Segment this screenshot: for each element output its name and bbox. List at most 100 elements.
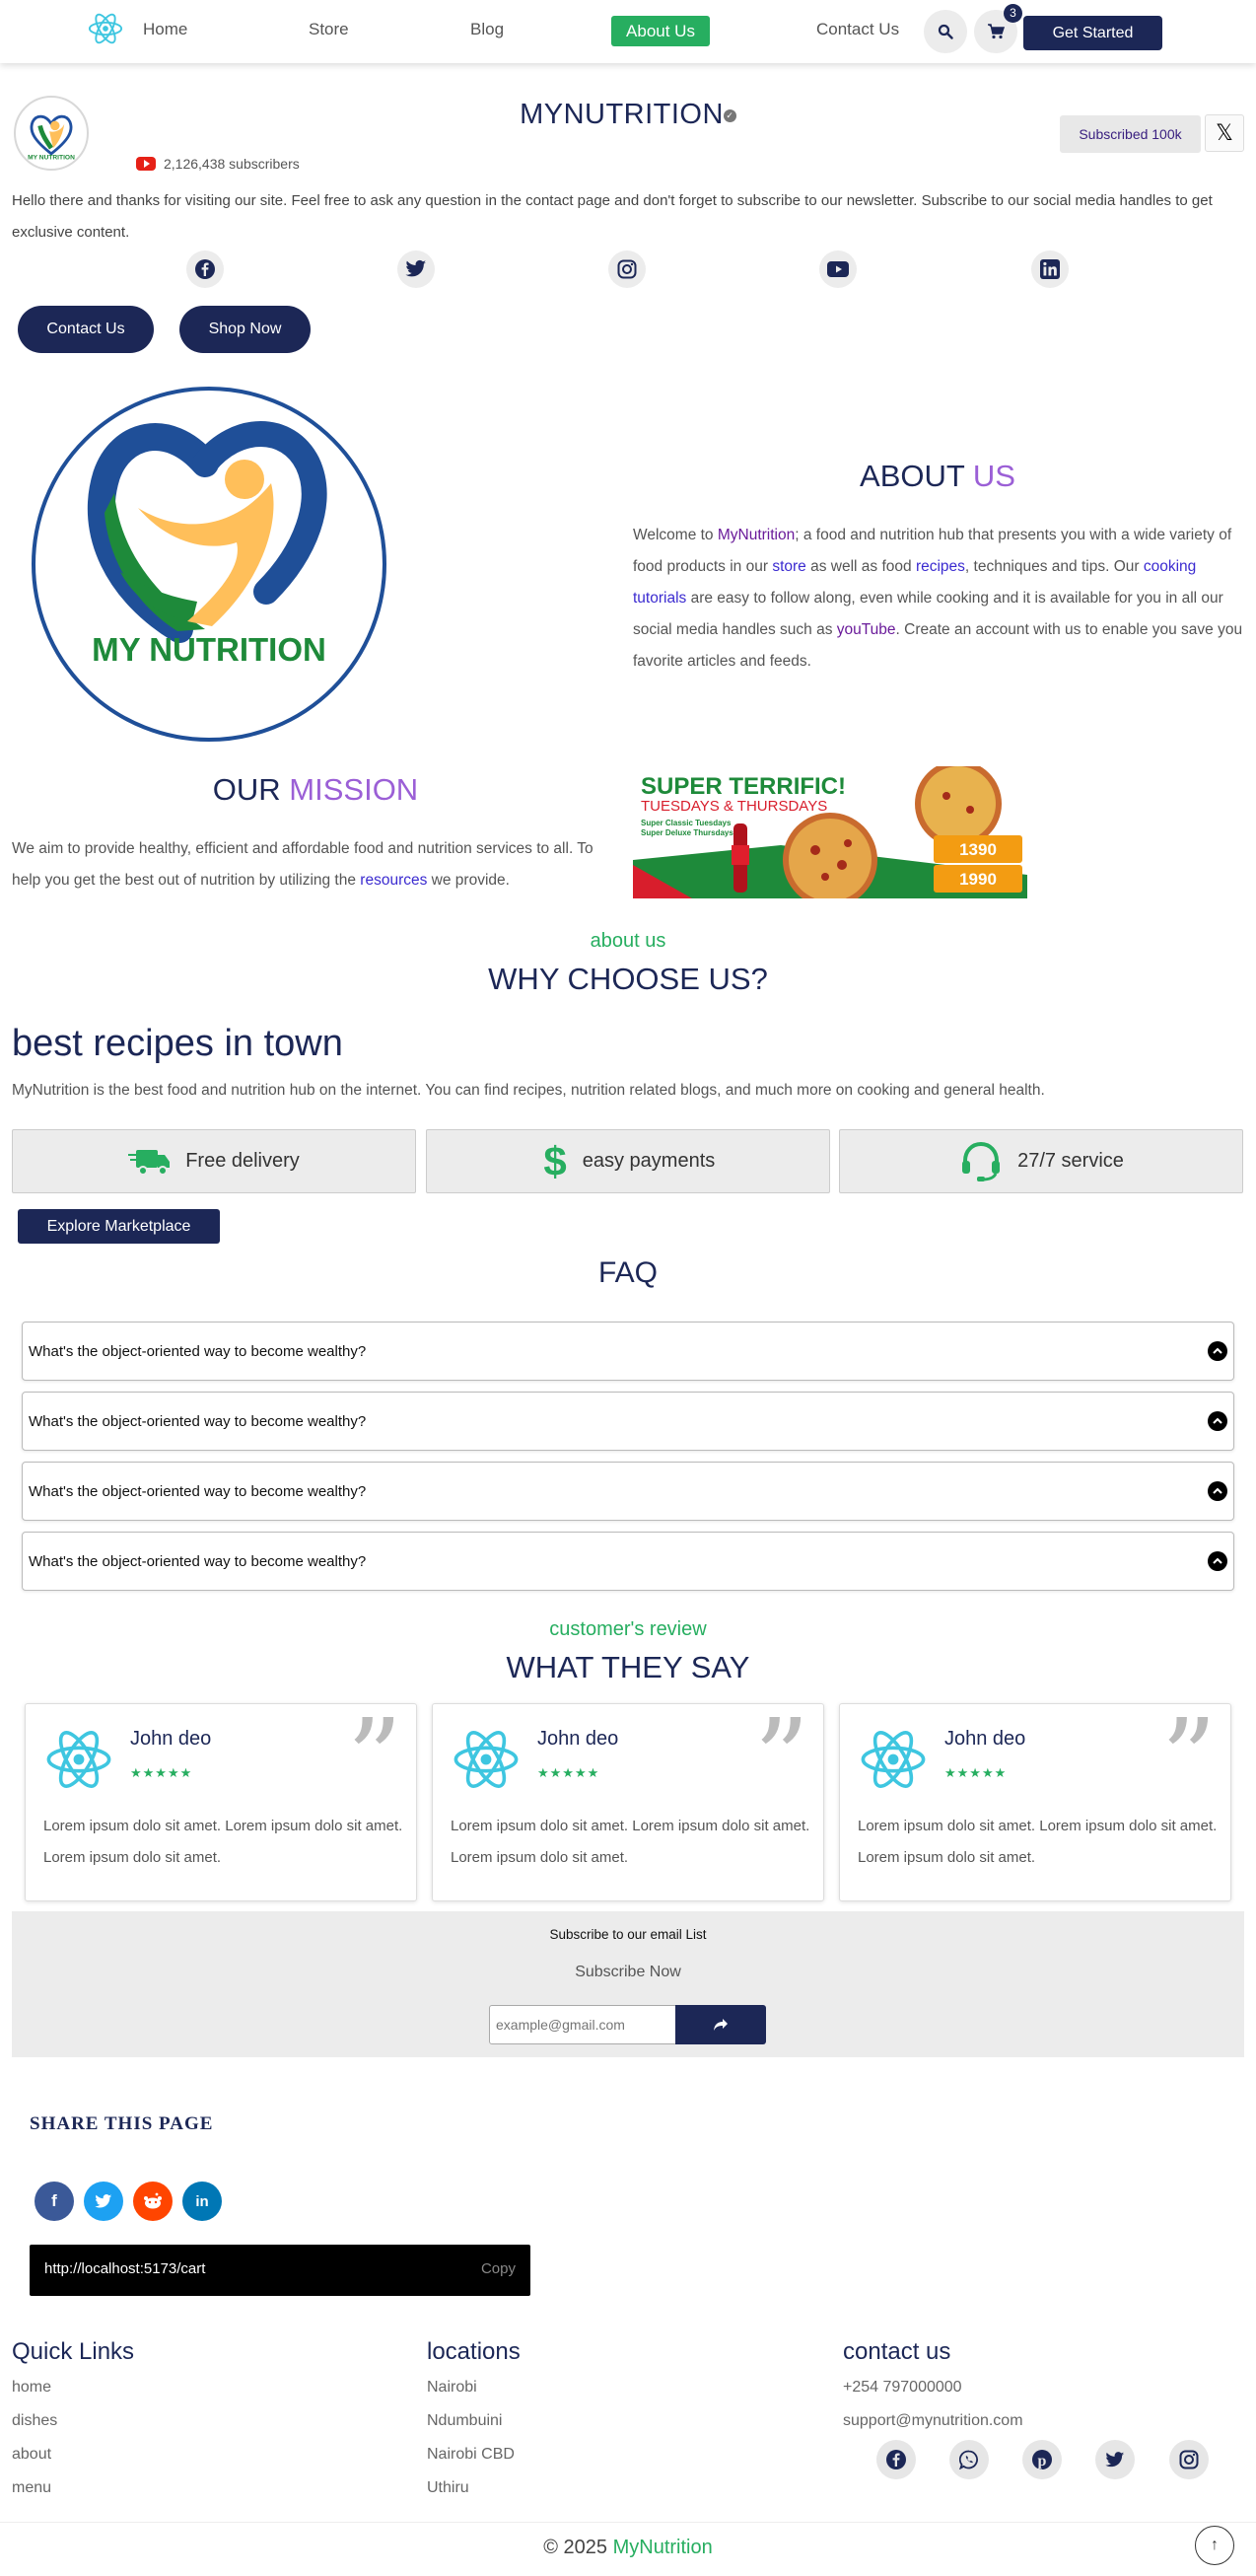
linkedin-icon [1040,259,1060,279]
chevron-up-icon[interactable] [1208,1341,1227,1361]
footer-twitter-link[interactable] [1095,2440,1135,2479]
share-linkedin-button[interactable]: in [182,2182,222,2221]
reviews-heading: WHAT THEY SAY [506,1650,750,1684]
location-item: Ndumbuini [427,2412,503,2429]
store-link[interactable]: store [772,558,805,575]
faq-item[interactable]: What's the object-oriented way to become… [22,1392,1234,1451]
about-heading: ABOUT US [631,459,1244,494]
feature-label-delivery: Free delivery [185,1150,300,1172]
faq-question: What's the object-oriented way to become… [29,1342,367,1360]
cart-count-badge: 3 [1004,4,1022,23]
facebook-link[interactable] [186,250,224,288]
share-twitter-button[interactable] [84,2182,123,2221]
mission-heading-b: MISSION [289,772,419,807]
x-twitter-button[interactable]: 𝕏 [1205,114,1244,152]
footer-link-menu[interactable]: menu [12,2479,51,2497]
banner-title: SUPER TERRIFIC! [641,773,846,800]
footer-pinterest-link[interactable]: p [1022,2440,1062,2479]
mission-heading-a: OUR [212,772,281,807]
nav-home[interactable]: Home [143,20,187,39]
mynutrition-logo: MY NUTRITION [32,387,386,742]
linkedin-icon: in [195,2192,209,2210]
mission-heading: OUR MISSION [0,772,631,808]
arrow-up-icon: ↑ [1211,2537,1219,2553]
banner-line-2: Super Deluxe Thursdays [641,828,733,837]
svg-text:$: $ [543,1140,566,1183]
facebook-icon: f [51,2191,57,2210]
subscribed-button[interactable]: Subscribed 100k [1060,115,1201,153]
nav-store[interactable]: Store [309,20,349,39]
quick-links-heading: Quick Links [12,2338,135,2365]
truck-icon [128,1149,171,1176]
twitter-icon [1105,2451,1125,2467]
feature-easy-payments: $ easy payments [426,1129,830,1193]
chevron-up-icon[interactable] [1208,1551,1227,1571]
banner-price-1: 1390 [959,840,997,859]
explore-marketplace-button[interactable]: Explore Marketplace [18,1209,220,1244]
instagram-link[interactable] [608,250,646,288]
review-text: Lorem ipsum dolo sit amet. Lorem ipsum d… [43,1818,403,1866]
share-facebook-button[interactable]: f [35,2182,74,2221]
scroll-to-top-button[interactable]: ↑ [1195,2526,1234,2565]
subscriber-count-row: 2,126,438 subscribers [136,156,300,172]
nav-blog[interactable]: Blog [470,20,504,39]
footer-link-dishes[interactable]: dishes [12,2412,57,2430]
youtube-text-link[interactable]: youTube [837,621,896,638]
footer-link-about[interactable]: about [12,2446,51,2464]
copy-button[interactable]: Copy [481,2260,516,2277]
faq-item[interactable]: What's the object-oriented way to become… [22,1532,1234,1591]
pinterest-icon: p [1032,2450,1052,2469]
twitter-icon [405,259,427,277]
about-heading-a: ABOUT [860,459,965,493]
newsletter-title: Subscribe to our email List [549,1927,707,1942]
footer-link-home[interactable]: home [12,2379,51,2397]
footer-whatsapp-link[interactable] [949,2440,989,2479]
contact-phone[interactable]: +254 797000000 [843,2379,962,2397]
share-url[interactable]: http://localhost:5173/cart [44,2260,205,2277]
nav-contact-us[interactable]: Contact Us [816,20,899,39]
faq-item[interactable]: What's the object-oriented way to become… [22,1462,1234,1521]
newsletter-submit-button[interactable] [675,2005,766,2044]
footer-instagram-link[interactable] [1169,2440,1209,2479]
review-card: John deo ★★★★★ ” Lorem ipsum dolo sit am… [839,1703,1231,1901]
logo-text: MY NUTRITION [92,631,326,668]
youtube-link[interactable] [819,250,857,288]
linkedin-link[interactable] [1031,250,1069,288]
resources-link[interactable]: resources [360,872,427,889]
copyright-brand[interactable]: MyNutrition [613,2537,713,2558]
why-kicker: about us [590,930,666,952]
footer-facebook-link[interactable] [876,2440,916,2479]
search-button[interactable] [924,10,967,53]
review-text: Lorem ipsum dolo sit amet. Lorem ipsum d… [858,1818,1218,1866]
nav-about-us[interactable]: About Us [611,16,710,46]
share-reddit-button[interactable] [133,2182,173,2221]
shop-now-button[interactable]: Shop Now [179,306,311,353]
about-text-3: as well as food [805,558,916,575]
twitter-link[interactable] [397,250,435,288]
faq-question: What's the object-oriented way to become… [29,1552,367,1570]
instagram-icon [1179,2450,1199,2469]
newsletter-subtitle: Subscribe Now [575,1964,681,1980]
chevron-up-icon[interactable] [1208,1411,1227,1431]
chevron-up-icon[interactable] [1208,1481,1227,1501]
recipes-link[interactable]: recipes [916,558,965,575]
faq-question: What's the object-oriented way to become… [29,1412,367,1430]
pizza-promo-banner[interactable]: SUPER TERRIFIC! TUESDAYS & THURSDAYS Sup… [633,766,1027,898]
reddit-icon [144,2192,162,2209]
why-heading: WHY CHOOSE US? [488,962,768,996]
get-started-button[interactable]: Get Started [1023,16,1162,50]
whatsapp-icon [959,2450,978,2469]
faq-item[interactable]: What's the object-oriented way to become… [22,1322,1234,1381]
location-item: Nairobi [427,2379,477,2396]
newsletter-email-input[interactable] [489,2005,677,2044]
mynutrition-link[interactable]: MyNutrition [718,527,795,543]
react-logo-icon[interactable] [87,10,124,47]
svg-text:p: p [1038,2453,1047,2469]
twitter-icon [95,2193,112,2207]
top-nav: Home Store Blog About Us Contact Us 3 Ge… [0,0,1256,63]
share-url-box: http://localhost:5173/cart Copy [30,2245,530,2296]
why-description: MyNutrition is the best food and nutriti… [12,1082,1045,1099]
contact-us-button[interactable]: Contact Us [18,306,154,353]
contact-email[interactable]: support@mynutrition.com [843,2412,1023,2430]
cart-icon [988,24,1005,39]
